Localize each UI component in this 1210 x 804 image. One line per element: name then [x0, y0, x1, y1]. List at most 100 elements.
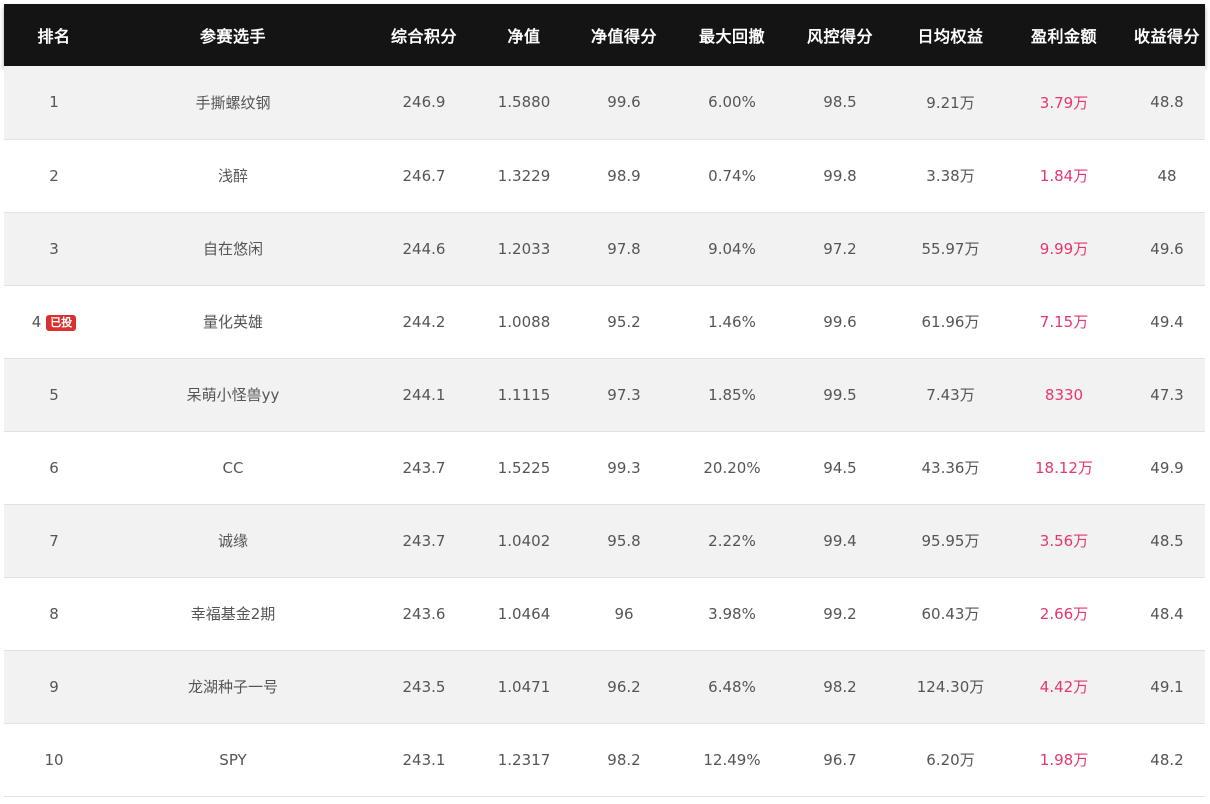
table-row[interactable]: 9 龙湖种子一号 243.5 1.0471 96.2 6.48% 98.2 124.30万 4.…: [4, 650, 1205, 723]
player-cell[interactable]: 诚缘: [104, 504, 362, 577]
profit-cell: 7.15万: [1039, 313, 1089, 331]
score-cell: 244.1: [402, 385, 446, 404]
risk-score-cell: 99.2: [823, 604, 857, 623]
profit-cell: 4.42万: [1039, 678, 1089, 696]
nav-cell: 1.2317: [497, 750, 551, 769]
table-row[interactable]: 4 已投 量化英雄 244.2 1.0088 95.2 1.46% 99.6 61.96万 7.1…: [4, 285, 1205, 358]
header-row: 排名 参赛选手 综合积分 净值 净值得分 最大回撤 风控得分 日均权益 盈利金额 收益得分: [4, 4, 1205, 66]
avg-equity-cell: 43.36万: [921, 459, 980, 477]
score-cell: 243.5: [402, 677, 446, 696]
table-header: 排名 参赛选手 综合积分 净值 净值得分 最大回撤 风控得分 日均权益 盈利金额 收益得分: [4, 4, 1205, 66]
avg-equity-cell: 61.96万: [921, 313, 980, 331]
table-row[interactable]: 8 幸福基金2期 243.6 1.0464 96 3.98% 99.2 60.43万 2.66万…: [4, 577, 1205, 650]
rank-number: 4: [31, 312, 42, 331]
score-cell: 243.6: [402, 604, 446, 623]
header-return-score[interactable]: 收益得分: [1129, 4, 1205, 66]
avg-equity-cell: 3.38万: [926, 167, 975, 185]
nav-score-cell: 95.8: [607, 531, 641, 550]
nav-score-cell: 96.2: [607, 677, 641, 696]
rank-number: 5: [49, 385, 59, 404]
profit-cell: 3.56万: [1039, 532, 1089, 550]
rank-cell: 4 已投: [4, 285, 104, 358]
max-drawdown-cell: 20.20%: [703, 458, 761, 477]
table-row[interactable]: 10 SPY 243.1 1.2317 98.2 12.49% 96.7 6.20万 1.98万…: [4, 723, 1205, 796]
nav-cell: 1.0464: [497, 604, 551, 623]
max-drawdown-cell: 2.22%: [708, 531, 756, 550]
player-cell[interactable]: 呆萌小怪兽yy: [104, 358, 362, 431]
header-player[interactable]: 参赛选手: [104, 4, 362, 66]
ranking-table: 排名 参赛选手 综合积分 净值 净值得分 最大回撤 风控得分 日均权益 盈利金额 收益得分 1 手撕…: [4, 4, 1205, 797]
header-score[interactable]: 综合积分: [362, 4, 486, 66]
avg-equity-cell: 55.97万: [921, 240, 980, 258]
player-cell[interactable]: CC: [104, 431, 362, 504]
rank-number: 10: [44, 750, 64, 769]
avg-equity-cell: 60.43万: [921, 605, 980, 623]
table-row[interactable]: 3 自在悠闲 244.6 1.2033 97.8 9.04% 97.2 55.97万 9.99万…: [4, 212, 1205, 285]
max-drawdown-cell: 12.49%: [703, 750, 761, 769]
avg-equity-cell: 7.43万: [926, 386, 975, 404]
player-cell[interactable]: 量化英雄: [104, 285, 362, 358]
nav-cell: 1.5225: [497, 458, 551, 477]
rank-cell: 6: [4, 431, 104, 504]
table-row[interactable]: 6 CC 243.7 1.5225 99.3 20.20% 94.5 43.36万 18.12万…: [4, 431, 1205, 504]
return-score-cell: 48: [1157, 166, 1177, 185]
player-cell[interactable]: 自在悠闲: [104, 212, 362, 285]
player-cell[interactable]: 手撕螺纹钢: [104, 66, 362, 139]
nav-cell: 1.2033: [497, 239, 551, 258]
header-nav-score[interactable]: 净值得分: [562, 4, 686, 66]
player-cell[interactable]: 龙湖种子一号: [104, 650, 362, 723]
nav-score-cell: 97.3: [607, 385, 641, 404]
table-row[interactable]: 5 呆萌小怪兽yy 244.1 1.1115 97.3 1.85% 99.5 7.43万 833…: [4, 358, 1205, 431]
nav-cell: 1.0402: [497, 531, 551, 550]
return-score-cell: 48.5: [1150, 531, 1184, 550]
return-score-cell: 49.9: [1150, 458, 1184, 477]
score-cell: 246.9: [402, 93, 446, 112]
player-cell[interactable]: 幸福基金2期: [104, 577, 362, 650]
risk-score-cell: 99.5: [823, 385, 857, 404]
rank-number: 9: [49, 677, 59, 696]
return-score-cell: 48.2: [1150, 750, 1184, 769]
avg-equity-cell: 6.20万: [926, 751, 975, 769]
player-cell[interactable]: SPY: [104, 723, 362, 796]
rank-number: 7: [49, 531, 59, 550]
table-row[interactable]: 1 手撕螺纹钢 246.9 1.5880 99.6 6.00% 98.5 9.21万 3.79万…: [4, 66, 1205, 139]
header-risk-score[interactable]: 风控得分: [778, 4, 902, 66]
header-avg-equity[interactable]: 日均权益: [902, 4, 999, 66]
profit-cell: 9.99万: [1039, 240, 1089, 258]
invested-badge: 已投: [46, 314, 77, 331]
score-cell: 243.7: [402, 458, 446, 477]
header-max-drawdown[interactable]: 最大回撤: [686, 4, 778, 66]
return-score-cell: 48.4: [1150, 604, 1184, 623]
max-drawdown-cell: 6.00%: [708, 93, 756, 112]
return-score-cell: 47.3: [1150, 385, 1184, 404]
header-rank[interactable]: 排名: [4, 4, 104, 66]
avg-equity-cell: 124.30万: [916, 678, 985, 696]
nav-score-cell: 98.2: [607, 750, 641, 769]
rank-number: 8: [49, 604, 59, 623]
nav-score-cell: 99.6: [607, 93, 641, 112]
header-nav[interactable]: 净值: [486, 4, 562, 66]
table-row[interactable]: 7 诚缘 243.7 1.0402 95.8 2.22% 99.4 95.95万 3.56万 48…: [4, 504, 1205, 577]
max-drawdown-cell: 0.74%: [708, 166, 756, 185]
nav-score-cell: 95.2: [607, 312, 641, 331]
nav-cell: 1.3229: [497, 166, 551, 185]
nav-score-cell: 96: [614, 604, 634, 623]
score-cell: 243.1: [402, 750, 446, 769]
max-drawdown-cell: 3.98%: [708, 604, 756, 623]
avg-equity-cell: 9.21万: [926, 93, 975, 112]
return-score-cell: 49.6: [1150, 239, 1184, 258]
profit-cell: 1.84万: [1039, 167, 1089, 185]
score-cell: 243.7: [402, 531, 446, 550]
nav-cell: 1.0471: [497, 677, 551, 696]
score-cell: 244.2: [402, 312, 446, 331]
player-cell[interactable]: 浅醉: [104, 139, 362, 212]
risk-score-cell: 96.7: [823, 750, 857, 769]
return-score-cell: 49.4: [1150, 312, 1184, 331]
header-profit[interactable]: 盈利金额: [999, 4, 1129, 66]
table-row[interactable]: 2 浅醉 246.7 1.3229 98.9 0.74% 99.8 3.38万 1.84万 48: [4, 139, 1205, 212]
rank-cell: 9: [4, 650, 104, 723]
max-drawdown-cell: 1.46%: [708, 312, 756, 331]
rank-number: 1: [49, 93, 59, 112]
profit-cell: 3.79万: [1039, 93, 1089, 112]
profit-cell: 1.98万: [1039, 751, 1089, 769]
